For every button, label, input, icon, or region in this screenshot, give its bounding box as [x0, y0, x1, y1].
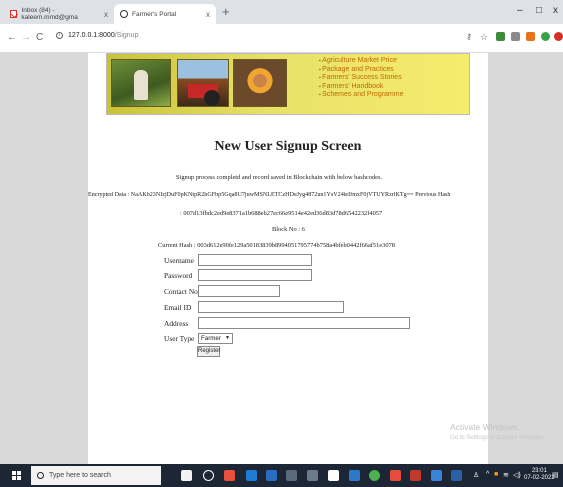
- farmer-photo: [111, 59, 171, 107]
- activate-windows-watermark: Activate Windows: [450, 422, 518, 432]
- email-input[interactable]: [198, 301, 344, 313]
- app-icon[interactable]: [328, 470, 339, 481]
- url-path: /Signup: [114, 32, 139, 39]
- banner-menu: Agriculture Market Price Package and Pra…: [319, 57, 404, 100]
- usertype-label: User Type: [164, 334, 195, 343]
- info-icon[interactable]: i: [56, 32, 63, 39]
- password-label: Password: [164, 271, 193, 280]
- windows-start-icon[interactable]: [12, 471, 21, 480]
- back-button[interactable]: ←: [7, 32, 17, 43]
- password-input[interactable]: [198, 269, 312, 281]
- search-icon: [37, 472, 44, 479]
- page-viewport: Agriculture Market Price Package and Pra…: [0, 53, 563, 464]
- file-explorer-icon[interactable]: [266, 470, 277, 481]
- windows-taskbar: Type here to search ♙ ^ ■ ≋ ◁) 23:01 07-…: [0, 464, 563, 487]
- minimize-button[interactable]: –: [517, 5, 523, 16]
- address-label: Address: [164, 319, 189, 328]
- activate-windows-hint: Go to Settings to activate Windows.: [450, 435, 545, 441]
- address-bar[interactable]: i 127.0.0.1:8000/Signup: [56, 32, 138, 39]
- app-icon[interactable]: [390, 470, 401, 481]
- banner-menu-item[interactable]: Agriculture Market Price: [319, 57, 404, 66]
- tray-app-icon[interactable]: ■: [494, 471, 498, 478]
- tab-farmers-portal[interactable]: Farmer's Portal x: [114, 4, 216, 24]
- banner-menu-item[interactable]: Farmers' Handbook: [319, 83, 404, 92]
- globe-icon: [120, 10, 128, 18]
- bookmark-star-icon[interactable]: ☆: [480, 32, 488, 43]
- app-icon[interactable]: [307, 470, 318, 481]
- app-icon[interactable]: [349, 470, 360, 481]
- chevron-up-icon[interactable]: ^: [486, 471, 489, 478]
- header-banner: Agriculture Market Price Package and Pra…: [106, 53, 470, 115]
- system-clock[interactable]: 23:01 07-02-2022: [524, 468, 555, 482]
- tab-close-icon[interactable]: x: [206, 10, 210, 19]
- microphone-icon[interactable]: [181, 470, 192, 481]
- banner-menu-item[interactable]: Farmers' Success Stories: [319, 74, 404, 83]
- page-content: Agriculture Market Price Package and Pra…: [88, 53, 488, 464]
- banner-menu-item[interactable]: Schemes and Programme: [319, 91, 403, 100]
- dropdown-arrow-icon: ▼: [225, 335, 230, 341]
- notifications-icon[interactable]: ▤: [552, 471, 559, 479]
- close-window-button[interactable]: x: [553, 5, 558, 16]
- app-icon[interactable]: [431, 470, 442, 481]
- address-input[interactable]: [198, 317, 410, 329]
- network-icon[interactable]: ≋: [503, 471, 509, 479]
- tractor-photo: [177, 59, 229, 107]
- username-input[interactable]: [198, 254, 312, 266]
- tab-title: Farmer's Portal: [132, 10, 177, 18]
- browser-toolbar: ← → C i 127.0.0.1:8000/Signup ⚷ ☆: [0, 24, 563, 53]
- email-label: Email ID: [164, 303, 192, 312]
- banner-menu-item[interactable]: Package and Practices: [319, 66, 404, 75]
- contact-label: Contact No: [164, 287, 198, 296]
- app-icon[interactable]: [451, 470, 462, 481]
- extension-icon[interactable]: [541, 32, 550, 41]
- new-tab-button[interactable]: +: [222, 4, 230, 19]
- url-host: 127.0.0.1:8000: [68, 32, 115, 39]
- clock-date: 07-02-2022: [524, 475, 555, 481]
- clock-time: 23:01: [531, 468, 547, 474]
- task-view-icon[interactable]: [203, 470, 214, 481]
- usertype-value: Farmer: [201, 335, 221, 342]
- gmail-icon: [10, 10, 18, 18]
- farmer-portrait-photo: [233, 59, 287, 107]
- page-title: New User Signup Screen: [214, 139, 362, 154]
- username-label: Username: [164, 256, 194, 265]
- forward-button[interactable]: →: [21, 32, 31, 43]
- volume-icon[interactable]: ◁): [513, 471, 521, 479]
- app-icon[interactable]: [410, 470, 421, 481]
- register-button[interactable]: Register: [197, 346, 220, 357]
- extension-icon[interactable]: [526, 32, 535, 41]
- tab-title: Inbox (84) - kaleem.mmd@gma: [21, 7, 78, 21]
- taskbar-search[interactable]: Type here to search: [31, 466, 161, 485]
- key-icon[interactable]: ⚷: [466, 32, 472, 41]
- profile-avatar[interactable]: [554, 32, 563, 41]
- tab-gmail[interactable]: Inbox (84) - kaleem.mmd@gma x: [4, 4, 114, 24]
- app-icon[interactable]: [224, 470, 235, 481]
- browser-tab-strip: Inbox (84) - kaleem.mmd@gma x Farmer's P…: [0, 0, 563, 24]
- contact-input[interactable]: [198, 285, 280, 297]
- status-message: Signup process completd and record saved…: [176, 174, 383, 181]
- chrome-icon[interactable]: [369, 470, 380, 481]
- maximize-button[interactable]: □: [536, 5, 542, 16]
- people-icon[interactable]: ♙: [473, 471, 479, 479]
- search-placeholder: Type here to search: [49, 472, 111, 479]
- extension-icon[interactable]: [511, 32, 520, 41]
- extension-icon[interactable]: [496, 32, 505, 41]
- current-hash: Current Hash : 003d612e90fe129a50183839b…: [158, 242, 395, 249]
- tab-close-icon[interactable]: x: [104, 10, 108, 19]
- usertype-select[interactable]: Farmer ▼: [198, 333, 233, 344]
- block-number: Block No : 6: [272, 226, 305, 233]
- edge-icon[interactable]: [246, 470, 257, 481]
- encrypted-data: Encrypted Data : NaAKb23NIzjDuF0pKNtpR2h…: [88, 192, 451, 198]
- app-icon[interactable]: [286, 470, 297, 481]
- reload-button[interactable]: C: [36, 32, 43, 43]
- previous-hash: : 007d13fbdc2ed9e8371a1b688eb27ec66e9514…: [180, 210, 383, 217]
